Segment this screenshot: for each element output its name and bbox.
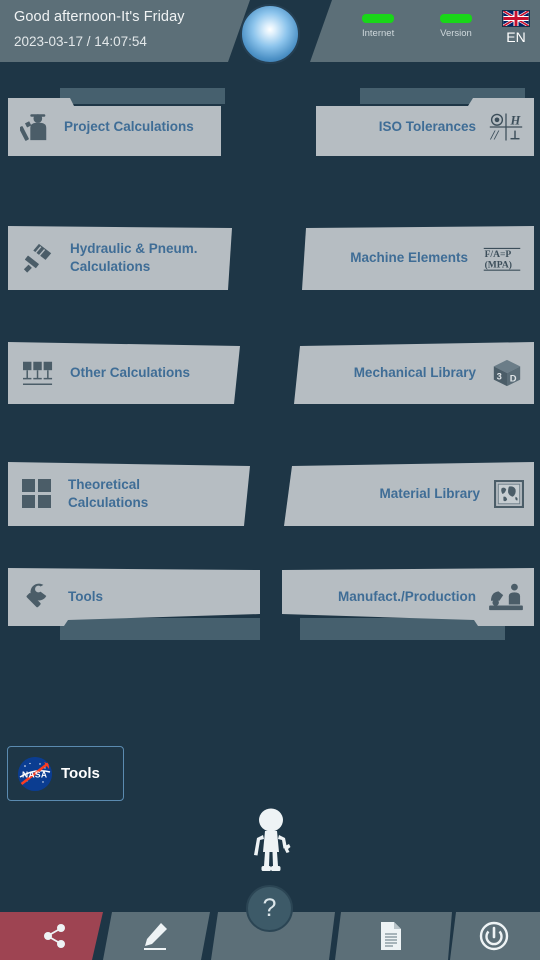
menu-card-theoretical-calculations[interactable]: Theoretical Calculations [8,462,250,526]
menu-card-label: Tools [68,588,103,604]
shelf-back-right [300,618,505,640]
version-label: Version [440,28,472,39]
grid-icon [22,479,52,509]
menu-card-other-calculations[interactable]: Other Calculations [8,342,240,404]
menu-card-label: ISO Tolerances [378,118,476,134]
folder-tab-back-left [60,88,225,104]
uk-flag-icon [502,10,530,27]
language-code: EN [506,29,526,45]
header-left-panel: Good afternoon-It's Friday 2023-03-17 / … [0,0,250,62]
svg-text:F/A=P: F/A=P [485,249,512,260]
menu-card-label: Material Library [379,485,480,501]
piston-icon [22,242,54,274]
shelf-back-left [60,618,260,640]
menu-card-machine-elements[interactable]: Machine Elements F/A=P (MPA) [302,226,534,290]
menu-card-label: Other Calculations [70,364,191,380]
menu-card-label: Hydraulic & Pneum. Calculations [70,240,198,274]
menu-card-label: Machine Elements [350,249,468,265]
menu-row-4: Theoretical Calculations Material Librar… [0,448,540,568]
datetime-text: 2023-03-17 / 14:07:54 [14,34,147,49]
svg-text:(MPA): (MPA) [485,260,512,271]
language-selector[interactable]: EN [502,10,530,45]
svg-text:D: D [510,372,517,383]
menu-card-material-library[interactable]: Material Library [284,462,534,526]
menu-card-project-calculations[interactable]: Project Calculations [8,98,221,156]
edit-button[interactable] [103,912,210,960]
version-led-icon [440,14,472,23]
main-menu: Project Calculations ISO Tolerances H // [0,88,540,688]
document-icon [381,922,401,950]
nasa-tools-label: Tools [61,765,100,782]
menu-card-label: Mechanical Library [353,364,476,380]
bar-chart-icon [22,358,54,388]
world-map-icon [494,480,524,508]
pencil-icon [144,923,167,950]
app-header: Good afternoon-It's Friday 2023-03-17 / … [0,0,540,64]
nasa-tools-button[interactable]: NASA Tools [7,746,124,801]
internet-led-icon [362,14,395,23]
help-button[interactable]: ? [246,885,293,932]
worker-icon [488,582,524,612]
power-icon [479,921,508,951]
internet-label: Internet [362,28,395,39]
menu-card-hydraulic-pneumatic-calculations[interactable]: Hydraulic & Pneum. Calculations [8,226,232,290]
glowing-orb-icon[interactable] [240,4,300,64]
svg-text:NASA: NASA [22,769,47,779]
svg-text:3: 3 [497,371,502,382]
formula-icon: F/A=P (MPA) [482,243,522,273]
menu-row-3: Other Calculations Mechanical Library 3 … [0,328,540,448]
menu-card-label: Manufact./Production [338,588,476,604]
menu-row-2: Hydraulic & Pneum. Calculations Machine … [0,208,540,328]
svg-text:H: H [510,113,522,127]
menu-card-label: Project Calculations [64,118,194,134]
power-button[interactable] [450,912,540,960]
status-internet: Internet [362,14,394,39]
nasa-logo-icon: NASA [18,756,52,791]
share-icon [44,924,65,948]
share-button[interactable] [0,912,103,960]
svg-text://: // [490,128,500,143]
greeting-text: Good afternoon-It's Friday [14,9,185,25]
cube-3d-icon: 3 D [490,357,524,389]
robot-mascot-icon [248,808,294,874]
menu-card-mechanical-library[interactable]: Mechanical Library 3 D [294,342,534,404]
wrench-icon [22,582,52,612]
menu-card-iso-tolerances[interactable]: ISO Tolerances H // [316,98,534,156]
engineer-icon [20,112,50,142]
document-button[interactable] [335,912,452,960]
menu-row-1: Project Calculations ISO Tolerances H // [0,88,540,208]
menu-card-label: Theoretical Calculations [68,476,149,510]
menu-row-5: Tools Manufact./Production [0,568,540,688]
gdt-symbols-icon: H // [488,111,524,143]
status-version: Version [440,14,472,39]
